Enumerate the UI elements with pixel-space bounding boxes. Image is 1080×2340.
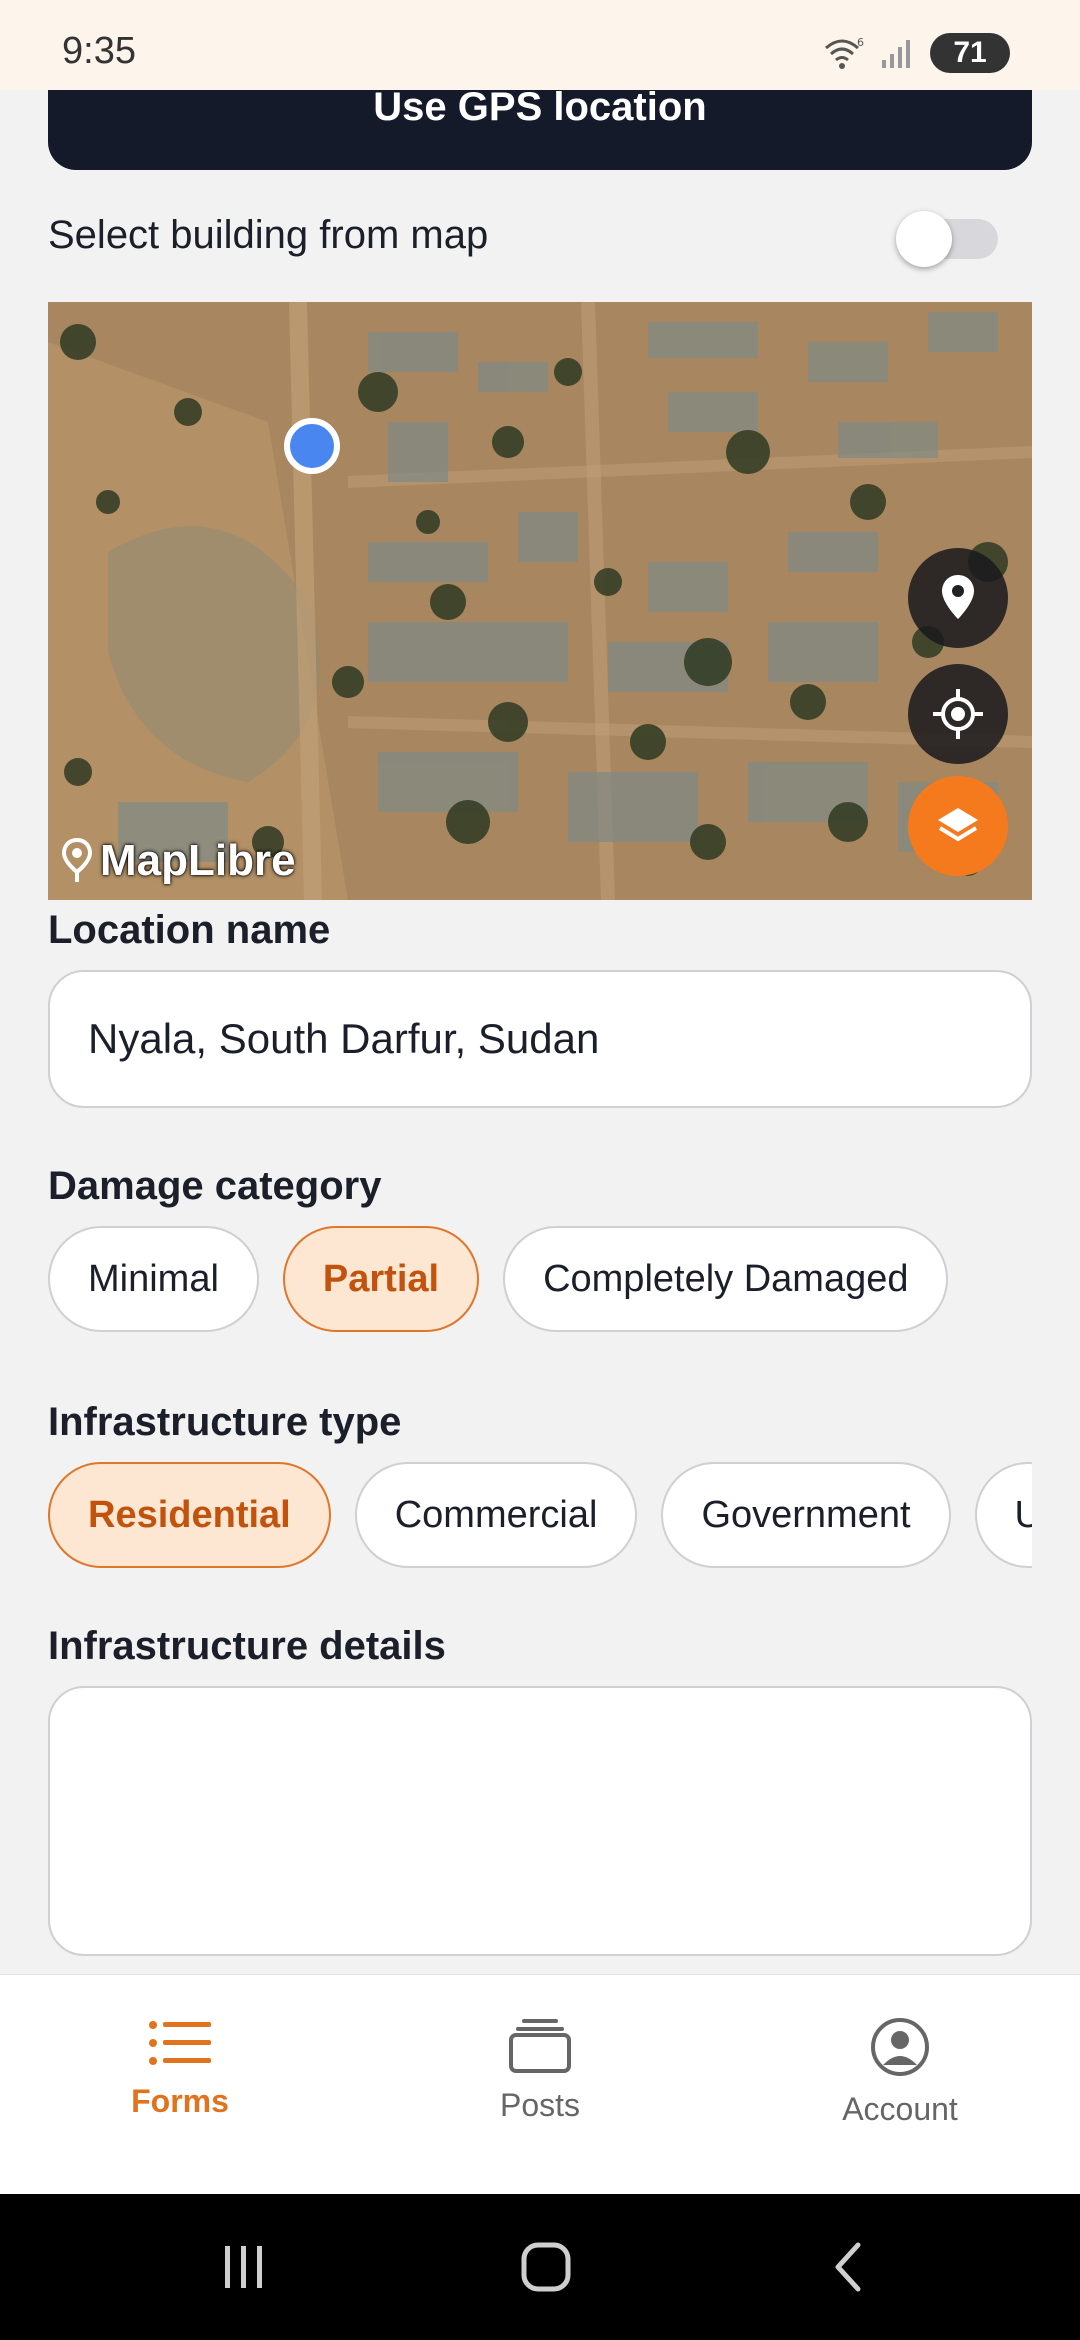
- infra-chip-residential[interactable]: Residential: [48, 1462, 331, 1568]
- map-imagery: [48, 302, 1032, 900]
- current-location-marker: [284, 418, 340, 474]
- damage-chip-minimal[interactable]: Minimal: [48, 1226, 259, 1332]
- back-icon: [835, 2242, 861, 2292]
- nav-forms-label: Forms: [131, 2083, 229, 2119]
- map-pin-icon: [942, 575, 974, 619]
- maplibre-attribution: MapLibre: [62, 836, 296, 886]
- drop-pin-button[interactable]: [908, 548, 1008, 648]
- select-building-toggle[interactable]: [896, 211, 998, 267]
- battery-indicator: 71: [930, 33, 1010, 73]
- crosshair-icon: [933, 689, 983, 739]
- damage-chip-completely-damaged[interactable]: Completely Damaged: [503, 1226, 949, 1332]
- layers-icon: [938, 808, 978, 842]
- toggle-knob[interactable]: [896, 211, 952, 267]
- infrastructure-details-textarea[interactable]: [48, 1686, 1032, 1956]
- nav-posts[interactable]: Posts: [360, 1975, 720, 2195]
- damage-chip-partial[interactable]: Partial: [282, 1226, 480, 1332]
- select-building-row: Select building from map: [48, 205, 1032, 269]
- list-icon: [149, 2021, 211, 2065]
- nav-forms[interactable]: Forms: [0, 1975, 360, 2195]
- svg-text:6: 6: [857, 36, 864, 49]
- system-navigation-bar: [0, 2194, 1080, 2340]
- my-location-button[interactable]: [908, 664, 1008, 764]
- signal-icon: [882, 40, 910, 68]
- infrastructure-type-scroller[interactable]: Residential Commercial Government U: [48, 1462, 1032, 1568]
- recent-apps-button[interactable]: [204, 2234, 284, 2300]
- infrastructure-type-chips: Residential Commercial Government U: [48, 1462, 1032, 1568]
- status-time: 9:35: [62, 30, 136, 72]
- bottom-navigation: Forms Posts Account: [0, 1974, 1080, 2195]
- infra-chip-partial-u[interactable]: U: [974, 1462, 1032, 1568]
- maplibre-logo-icon: [62, 838, 92, 882]
- wifi-icon: 6: [825, 36, 864, 69]
- infrastructure-type-label: Infrastructure type: [48, 1400, 402, 1444]
- map-layers-button[interactable]: [908, 776, 1008, 876]
- nav-account-label: Account: [842, 2091, 958, 2127]
- recent-apps-icon: [225, 2246, 262, 2288]
- maplibre-attribution-text: MapLibre: [100, 836, 296, 885]
- status-bar: 9:35 6 71: [0, 0, 1080, 90]
- home-button[interactable]: [506, 2234, 586, 2300]
- back-button[interactable]: [808, 2234, 888, 2300]
- status-icons: 6 71: [824, 30, 1010, 76]
- infra-chip-government[interactable]: Government: [661, 1462, 951, 1568]
- account-icon: [871, 2018, 929, 2076]
- nav-account[interactable]: Account: [720, 1975, 1080, 2195]
- infrastructure-details-label: Infrastructure details: [48, 1624, 446, 1668]
- infra-chip-commercial[interactable]: Commercial: [354, 1462, 638, 1568]
- location-name-input[interactable]: [48, 970, 1032, 1108]
- satellite-map[interactable]: MapLibre: [48, 302, 1032, 900]
- select-building-label: Select building from map: [48, 213, 489, 257]
- damage-category-label: Damage category: [48, 1164, 382, 1208]
- home-icon: [521, 2242, 571, 2292]
- damage-category-chips: Minimal Partial Completely Damaged: [48, 1226, 949, 1332]
- location-name-label: Location name: [48, 908, 331, 952]
- nav-posts-label: Posts: [499, 2087, 581, 2123]
- stack-icon: [509, 2019, 571, 2073]
